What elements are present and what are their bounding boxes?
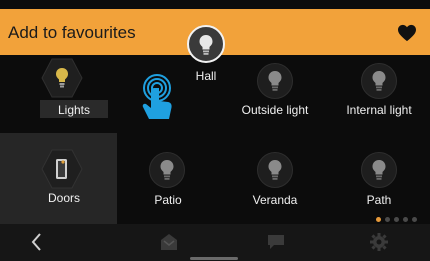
bulb-icon	[199, 35, 213, 55]
footer-bar	[0, 224, 430, 261]
bulb-icon[interactable]	[361, 152, 397, 188]
home-icon[interactable]	[159, 232, 179, 252]
touch-hand-icon	[142, 74, 172, 119]
pagination-dot	[403, 217, 408, 222]
device-label: Internal light	[346, 103, 412, 117]
bulb-icon[interactable]	[149, 152, 185, 188]
bulb-icon[interactable]	[257, 63, 293, 99]
bulb-icon[interactable]	[257, 152, 293, 188]
page-title: Add to favourites	[8, 23, 136, 42]
bulb-icon[interactable]	[361, 63, 397, 99]
pagination-dot	[412, 217, 417, 222]
lights-hex-icon	[41, 58, 83, 103]
sidebar-item-label: Lights	[57, 103, 91, 117]
chevron-left-icon[interactable]	[30, 232, 44, 252]
sidebar-item-label: Doors	[47, 191, 80, 205]
device-label: Path	[366, 193, 392, 207]
chat-icon[interactable]	[266, 233, 286, 251]
device-label: Veranda	[252, 193, 298, 207]
gear-icon[interactable]	[369, 232, 389, 252]
home-indicator	[190, 257, 238, 260]
pagination-dot	[394, 217, 399, 222]
device-label: Patio	[154, 193, 182, 207]
pagination-dot-active	[376, 217, 381, 222]
device-label: Outside light	[241, 103, 309, 117]
pagination-dot	[385, 217, 390, 222]
heart-icon[interactable]	[397, 24, 417, 42]
door-hex-icon	[41, 149, 83, 194]
hall-drag-bubble[interactable]	[187, 25, 225, 63]
